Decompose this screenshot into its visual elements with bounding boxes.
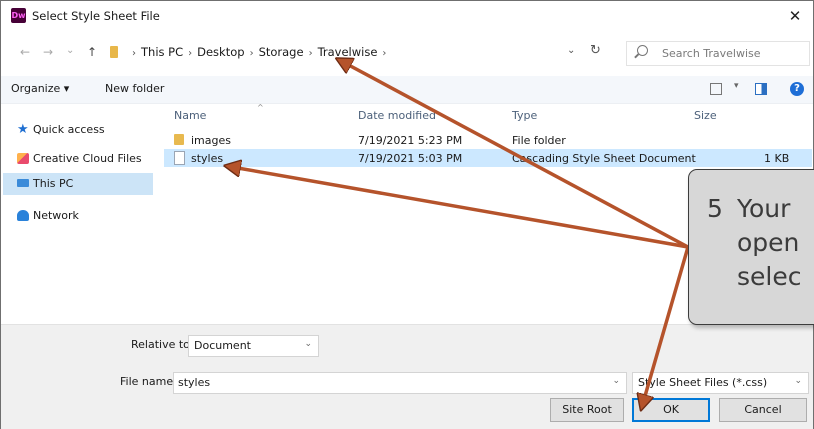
file-type-select[interactable]: Style Sheet Files (*.css) ⌄: [632, 372, 809, 394]
breadcrumb-separator: ›: [132, 48, 136, 59]
file-name-value: styles: [178, 376, 211, 389]
relative-to-value: Document: [194, 339, 251, 352]
css-file-icon: [174, 151, 185, 165]
computer-icon: [17, 179, 29, 187]
dialog-footer: Relative to: Document ⌄ File name: style…: [1, 324, 813, 429]
breadcrumb-storage[interactable]: Storage: [259, 45, 304, 59]
search-box[interactable]: Search Travelwise: [626, 41, 810, 66]
chevron-down-icon: ⌄: [304, 339, 312, 349]
column-header-type[interactable]: Type: [512, 109, 537, 122]
sidebar-item-quick-access[interactable]: ★ Quick access: [3, 119, 153, 141]
back-arrow-icon[interactable]: ←: [20, 45, 30, 59]
sidebar-item-label: Creative Cloud Files: [33, 152, 142, 165]
breadcrumb-this-pc[interactable]: This PC: [141, 45, 183, 59]
search-icon: [637, 45, 648, 56]
column-header-date-modified[interactable]: Date modified: [358, 109, 436, 122]
star-icon: ★: [17, 122, 29, 137]
folder-icon: [174, 134, 184, 145]
column-header-size[interactable]: Size: [694, 109, 717, 122]
preview-pane-icon[interactable]: [755, 83, 767, 95]
chevron-down-icon: ⌄: [794, 376, 802, 386]
folder-icon: [110, 46, 118, 58]
file-date: 7/19/2021 5:03 PM: [358, 152, 463, 165]
file-date: 7/19/2021 5:23 PM: [358, 134, 463, 147]
address-dropdown-icon[interactable]: ⌄: [567, 45, 575, 56]
column-header-name[interactable]: Name: [174, 109, 206, 122]
callout-line: selec: [737, 262, 802, 291]
relative-to-label: Relative to:: [131, 338, 194, 351]
sidebar-item-label: Quick access: [33, 123, 105, 136]
file-row-styles[interactable]: styles 7/19/2021 5:03 PM Cascading Style…: [164, 149, 812, 167]
breadcrumb-separator[interactable]: ›: [309, 48, 313, 59]
navigation-pane: ★ Quick access Creative Cloud Files This…: [1, 103, 153, 324]
address-bar[interactable]: › This PC › Desktop › Storage › Travelwise › ⌄: [104, 41, 624, 64]
breadcrumb-travelwise[interactable]: Travelwise: [318, 45, 378, 59]
file-name-field[interactable]: styles ⌄: [173, 372, 627, 394]
network-icon: [17, 210, 29, 221]
sidebar-item-creative-cloud-files[interactable]: Creative Cloud Files: [3, 148, 153, 170]
sidebar-item-label: Network: [33, 209, 79, 222]
breadcrumb-desktop[interactable]: Desktop: [197, 45, 244, 59]
new-folder-button[interactable]: New folder: [105, 82, 164, 95]
dreamweaver-app-icon: Dw: [11, 8, 26, 23]
breadcrumb-separator[interactable]: ›: [382, 48, 386, 59]
address-row: ← → ⌄ ↑ › This PC › Desktop › Storage › Travelw…: [1, 31, 813, 76]
organize-menu[interactable]: Organize ▾: [11, 82, 69, 95]
view-options-icon[interactable]: [710, 83, 722, 95]
file-type-value: Style Sheet Files (*.css): [638, 376, 768, 389]
callout-step-number: 5: [707, 194, 723, 223]
file-size: 1 KB: [764, 152, 790, 165]
command-toolbar: Organize ▾ New folder ▾ ?: [1, 76, 813, 104]
file-name: images: [191, 134, 231, 147]
instruction-callout: 5 Your open selec: [688, 169, 814, 325]
callout-line: open: [737, 228, 800, 257]
sidebar-item-label: This PC: [33, 177, 74, 190]
creative-cloud-icon: [17, 153, 29, 164]
relative-to-select[interactable]: Document ⌄: [188, 335, 319, 357]
file-name: styles: [191, 152, 224, 165]
forward-arrow-icon[interactable]: →: [43, 45, 53, 59]
view-dropdown-icon[interactable]: ▾: [734, 81, 739, 91]
up-arrow-icon[interactable]: ↑: [87, 45, 97, 59]
dialog-title: Select Style Sheet File: [32, 9, 160, 23]
sort-ascending-icon: ^: [257, 103, 264, 112]
sidebar-item-this-pc[interactable]: This PC: [3, 173, 153, 195]
breadcrumb-separator[interactable]: ›: [188, 48, 192, 59]
breadcrumb: › This PC › Desktop › Storage › Travelwise ›: [127, 45, 391, 59]
help-icon[interactable]: ?: [790, 82, 804, 96]
callout-line: Your: [737, 194, 791, 223]
title-bar: Dw Select Style Sheet File ✕: [1, 1, 813, 31]
search-placeholder: Search Travelwise: [662, 47, 761, 60]
refresh-icon[interactable]: ↻: [590, 43, 601, 58]
breadcrumb-separator[interactable]: ›: [250, 48, 254, 59]
file-type: Cascading Style Sheet Document: [512, 152, 696, 165]
file-row-images[interactable]: images 7/19/2021 5:23 PM File folder: [164, 131, 812, 149]
close-icon[interactable]: ✕: [781, 3, 809, 29]
site-root-button[interactable]: Site Root: [550, 398, 624, 422]
file-name-label: File name:: [120, 375, 177, 388]
ok-button[interactable]: OK: [632, 398, 710, 422]
recent-locations-icon[interactable]: ⌄: [66, 45, 74, 56]
chevron-down-icon[interactable]: ⌄: [612, 376, 620, 386]
file-type: File folder: [512, 134, 566, 147]
sidebar-item-network[interactable]: Network: [3, 205, 153, 227]
cancel-button[interactable]: Cancel: [719, 398, 807, 422]
